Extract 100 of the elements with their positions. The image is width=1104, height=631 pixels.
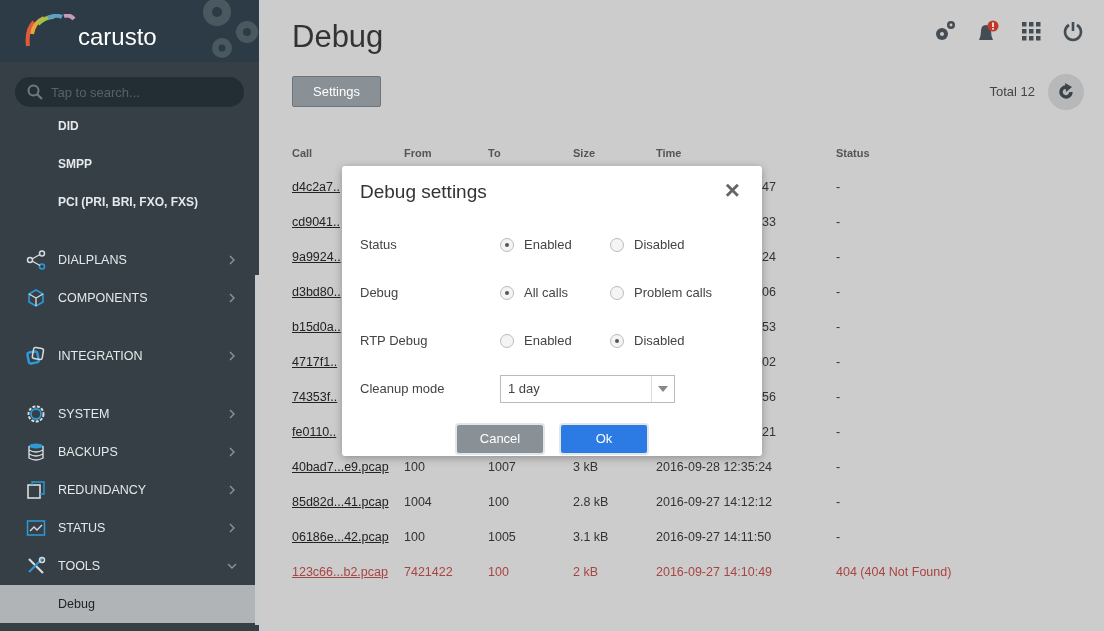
table-cell: 2016-09-27 14:10:49 (656, 564, 773, 579)
radio-label: Disabled (634, 235, 685, 254)
refresh-icon (1057, 82, 1075, 101)
search-icon (27, 84, 43, 100)
table-cell: - (836, 494, 841, 509)
gear-icon (26, 404, 46, 424)
table-cell: 2.8 kB (573, 494, 609, 509)
column-header: Size (573, 147, 595, 160)
page-title: Debug (292, 18, 384, 56)
file-link[interactable]: 74353f.. (292, 389, 338, 404)
column-header: To (488, 147, 501, 160)
file-link[interactable]: 123c66...b2.pcap (292, 564, 388, 579)
table-cell: 2016-09-27 14:12:12 (656, 494, 773, 509)
radio-label: Enabled (524, 235, 572, 254)
table-cell: 1004 (404, 494, 432, 509)
table-cell: 2016-09-27 14:11:50 (656, 529, 772, 544)
table-cell: 7421422 (404, 564, 453, 579)
table-cell: - (836, 319, 841, 334)
database-icon (26, 442, 46, 462)
file-link[interactable]: 9a9924.. (292, 249, 341, 264)
total-count: Total 12 (989, 82, 1035, 101)
logo-text: carusto (78, 22, 157, 52)
apps-grid-icon[interactable] (1020, 20, 1042, 42)
table-cell: 404 (404 Not Found) (836, 564, 952, 579)
radio-label: All calls (524, 283, 569, 302)
table-cell: 21 (762, 424, 776, 439)
gears-icon[interactable] (934, 20, 956, 42)
file-link[interactable]: cd9041.. (292, 214, 340, 229)
table-cell: - (836, 284, 841, 299)
field-label: RTP Debug (360, 331, 429, 350)
nav-item[interactable]: SYSTEM (0, 395, 259, 433)
ok-button[interactable]: Ok (561, 424, 647, 453)
table-cell: - (836, 354, 841, 369)
column-header: Time (656, 147, 682, 160)
share-icon (26, 250, 46, 270)
power-icon[interactable] (1062, 20, 1084, 42)
nav-link[interactable]: SMPP (0, 145, 259, 183)
radio-label: Enabled (524, 331, 572, 350)
field-label: Status (360, 235, 398, 254)
table-cell: - (836, 529, 841, 544)
copy-icon (26, 480, 46, 500)
close-button[interactable]: × (718, 176, 746, 204)
radio-button[interactable] (610, 333, 624, 348)
table-cell: 100 (404, 459, 425, 474)
table-cell: 56 (762, 389, 776, 404)
nav-item[interactable]: INTEGRATION (0, 337, 259, 375)
radio-button[interactable] (500, 285, 514, 300)
scrollbar[interactable] (255, 275, 259, 625)
nav-item[interactable]: TOOLS (0, 547, 259, 585)
table-cell: 06 (762, 284, 776, 299)
table-cell: 1005 (488, 529, 516, 544)
nav-link[interactable]: PCI (PRI, BRI, FXO, FXS) (0, 183, 259, 221)
table-cell: 24 (762, 249, 776, 264)
file-link[interactable]: 06186e...42.pcap (292, 529, 389, 544)
table-cell: - (836, 214, 841, 229)
nav-link[interactable]: Debug (0, 585, 255, 623)
table-cell: 02 (762, 354, 776, 369)
column-header: Call (292, 147, 313, 160)
radio-button[interactable] (500, 333, 514, 348)
table-cell: 100 (404, 529, 425, 544)
table-cell: 100 (488, 564, 509, 579)
file-link[interactable]: 4717f1.. (292, 354, 338, 369)
file-link[interactable]: d4c2a7.. (292, 179, 340, 194)
nav-item[interactable]: BACKUPS (0, 433, 259, 471)
cube-icon (26, 288, 46, 308)
table-cell: - (836, 179, 841, 194)
nav-item[interactable]: DIALPLANS (0, 241, 259, 279)
file-link[interactable]: d3bd80.. (292, 284, 341, 299)
caret-icon (658, 385, 668, 392)
radio-button[interactable] (500, 237, 514, 252)
file-link[interactable]: b15d0a.. (292, 319, 341, 334)
column-header: Status (836, 147, 870, 160)
table-cell: - (836, 389, 841, 404)
dialog-title: Debug settings (360, 180, 487, 204)
tools-icon (26, 556, 46, 576)
field-label: Cleanup mode (360, 379, 446, 398)
refresh-button[interactable] (1048, 73, 1084, 110)
nav-item[interactable]: STATUS (0, 509, 259, 547)
radio-label: Problem calls (634, 283, 713, 302)
radio-button[interactable] (610, 237, 624, 252)
nav-link[interactable]: DID (0, 107, 259, 145)
radio-button[interactable] (610, 285, 624, 300)
file-link[interactable]: 85d82d...41.pcap (292, 494, 389, 509)
file-link[interactable]: fe0110.. (292, 424, 337, 439)
table-cell: 2 kB (573, 564, 598, 579)
table-cell: - (836, 249, 841, 264)
select-field[interactable]: 1 day (500, 374, 675, 403)
file-link[interactable]: 40bad7...e9.pcap (292, 459, 389, 474)
table-cell: 1007 (488, 459, 516, 474)
nav-item[interactable]: COMPONENTS (0, 279, 259, 317)
table-cell: 53 (762, 319, 776, 334)
field-label: Debug (360, 283, 400, 302)
table-cell: - (836, 424, 841, 439)
chart-icon (26, 518, 46, 538)
table-cell: 100 (488, 494, 509, 509)
table-cell: 3.1 kB (573, 529, 609, 544)
table-cell: 3 kB (573, 459, 598, 474)
table-cell: 2016-09-28 12:35:24 (656, 459, 773, 474)
nav-item[interactable]: REDUNDANCY (0, 471, 259, 509)
squares-icon (26, 346, 46, 366)
